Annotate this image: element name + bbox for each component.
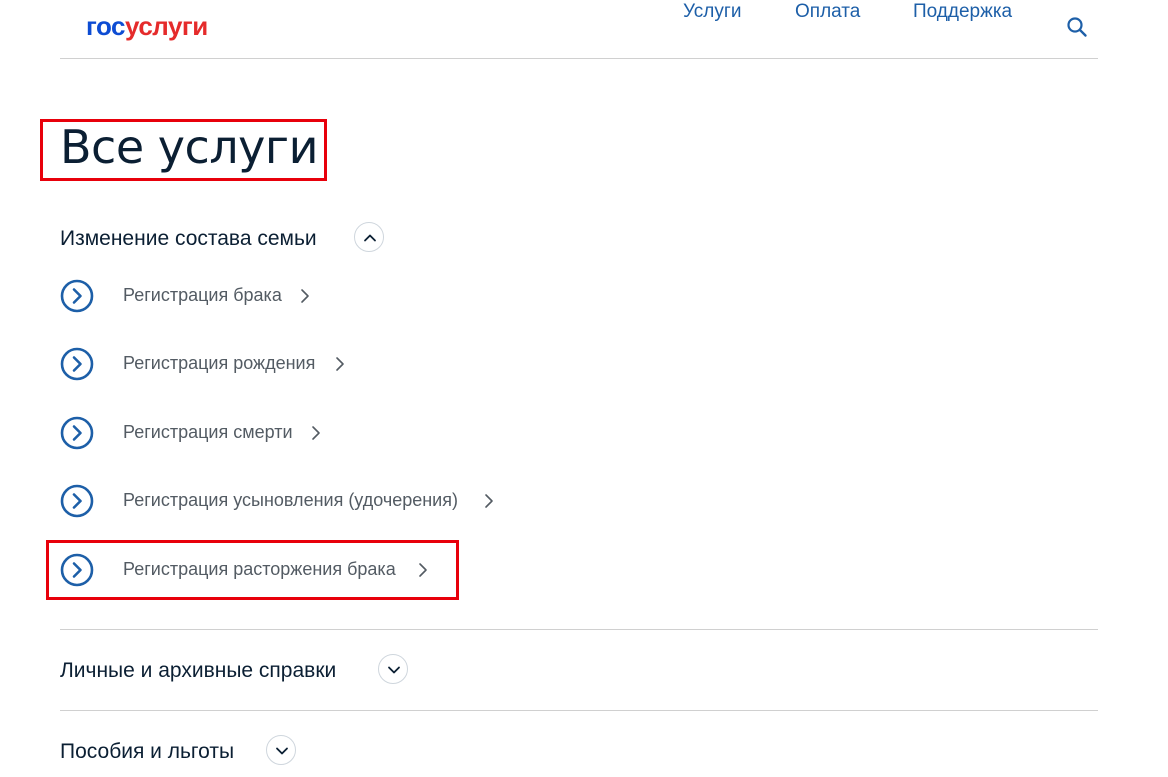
service-item-birth-registration[interactable]: Регистрация рождения <box>60 347 350 381</box>
logo-part-uslugi: услуги <box>125 11 208 41</box>
service-label: Регистрация рождения <box>123 353 316 373</box>
arrow-circle-icon <box>60 484 94 518</box>
service-item-marriage-registration[interactable]: Регистрация брака <box>60 279 320 313</box>
category-label: Пособия и льготы <box>60 740 235 763</box>
service-label: Регистрация брака <box>123 285 282 305</box>
nav-payment-link[interactable]: Оплата <box>795 0 860 24</box>
arrow-circle-icon <box>60 347 94 381</box>
service-item-divorce-registration[interactable]: Регистрация расторжения брака <box>60 553 435 587</box>
chevron-right-icon <box>336 357 344 371</box>
search-icon[interactable] <box>1066 16 1088 38</box>
header-divider <box>60 58 1098 59</box>
service-item-death-registration[interactable]: Регистрация смерти <box>60 416 330 450</box>
nav-services-link[interactable]: Услуги <box>683 0 741 24</box>
service-label: Регистрация усыновления (удочерения) <box>123 490 458 510</box>
chevron-down-icon[interactable] <box>378 654 408 684</box>
page-title: Все услуги <box>60 120 318 174</box>
category-label: Личные и архивные справки <box>60 659 337 682</box>
chevron-right-icon <box>301 289 309 303</box>
chevron-up-icon[interactable] <box>354 222 384 252</box>
chevron-right-icon <box>312 426 320 440</box>
chevron-down-icon[interactable] <box>266 735 296 765</box>
logo-part-gos: гос <box>86 11 126 41</box>
nav-support-link[interactable]: Поддержка <box>913 0 1012 24</box>
service-label: Регистрация смерти <box>123 422 293 442</box>
category-benefits[interactable]: Пособия и льготы <box>60 735 310 769</box>
arrow-circle-icon <box>60 416 94 450</box>
gosuslugi-logo[interactable]: госуслуги <box>86 11 208 41</box>
category-family-changes[interactable]: Изменение состава семьи <box>60 222 400 256</box>
category-personal-archive-certificates[interactable]: Личные и архивные справки <box>60 654 420 688</box>
service-item-adoption-registration[interactable]: Регистрация усыновления (удочерения) <box>60 484 500 518</box>
site-header: госуслуги Услуги Оплата Поддержка <box>0 0 1168 60</box>
chevron-right-icon <box>419 563 427 577</box>
section-divider <box>60 710 1098 711</box>
category-label: Изменение состава семьи <box>60 227 317 250</box>
arrow-circle-icon <box>60 553 94 587</box>
section-divider <box>60 629 1098 630</box>
chevron-right-icon <box>485 494 493 508</box>
service-label: Регистрация расторжения брака <box>123 559 396 579</box>
arrow-circle-icon <box>60 279 94 313</box>
